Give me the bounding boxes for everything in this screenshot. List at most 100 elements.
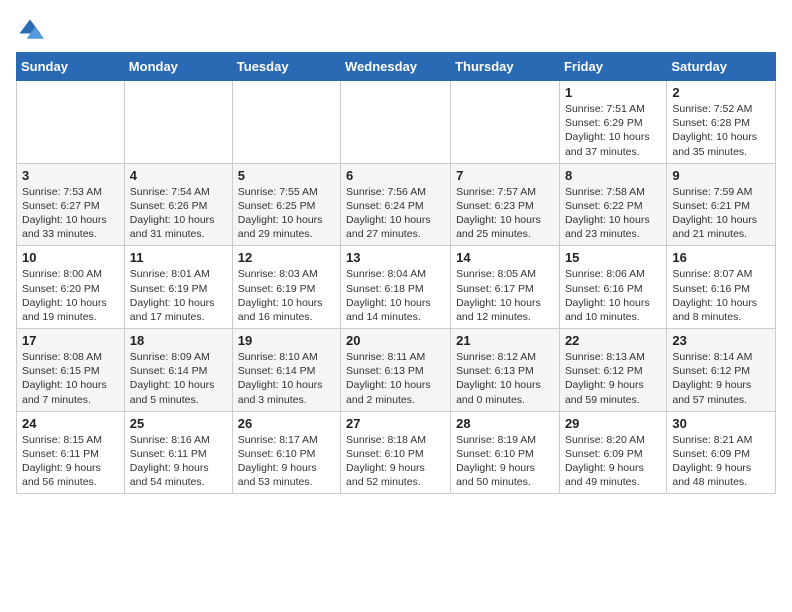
day-number: 18 bbox=[130, 333, 227, 348]
day-number: 3 bbox=[22, 168, 119, 183]
day-number: 12 bbox=[238, 250, 335, 265]
calendar-cell: 23Sunrise: 8:14 AM Sunset: 6:12 PM Dayli… bbox=[667, 329, 776, 412]
calendar-cell: 27Sunrise: 8:18 AM Sunset: 6:10 PM Dayli… bbox=[341, 411, 451, 494]
weekday-header: Saturday bbox=[667, 53, 776, 81]
logo-icon bbox=[16, 16, 44, 44]
day-info: Sunrise: 7:57 AM Sunset: 6:23 PM Dayligh… bbox=[456, 185, 554, 242]
calendar-week-row: 10 Sunrise: 8:00 AM Sunset: 6:20 PM Dayli… bbox=[17, 246, 776, 329]
day-info: Sunrise: 7:55 AM Sunset: 6:25 PM Dayligh… bbox=[238, 185, 335, 242]
day-info: Sunrise: 8:04 AM Sunset: 6:18 PM Dayligh… bbox=[346, 267, 445, 324]
day-info: Sunrise: 8:15 AM Sunset: 6:11 PM Dayligh… bbox=[22, 433, 119, 490]
calendar-cell: 18 Sunrise: 8:09 AM Sunset: 6:14 PM Dayli… bbox=[124, 329, 232, 412]
day-number: 6 bbox=[346, 168, 445, 183]
calendar-cell: 21 Sunrise: 8:12 AM Sunset: 6:13 PM Dayli… bbox=[451, 329, 560, 412]
calendar-body: 1Sunrise: 7:51 AM Sunset: 6:29 PM Daylig… bbox=[17, 81, 776, 494]
day-number: 8 bbox=[565, 168, 661, 183]
calendar-cell: 29 Sunrise: 8:20 AM Sunset: 6:09 PM Dayli… bbox=[559, 411, 666, 494]
calendar-cell: 26 Sunrise: 8:17 AM Sunset: 6:10 PM Dayli… bbox=[232, 411, 340, 494]
calendar-cell: 14 Sunrise: 8:05 AM Sunset: 6:17 PM Dayli… bbox=[451, 246, 560, 329]
day-number: 7 bbox=[456, 168, 554, 183]
calendar-cell: 3 Sunrise: 7:53 AM Sunset: 6:27 PM Daylig… bbox=[17, 163, 125, 246]
calendar-cell: 16 Sunrise: 8:07 AM Sunset: 6:16 PM Dayli… bbox=[667, 246, 776, 329]
day-number: 11 bbox=[130, 250, 227, 265]
day-info: Sunrise: 8:08 AM Sunset: 6:15 PM Dayligh… bbox=[22, 350, 119, 407]
calendar-cell bbox=[451, 81, 560, 164]
calendar-cell: 9 Sunrise: 7:59 AM Sunset: 6:21 PM Daylig… bbox=[667, 163, 776, 246]
day-info: Sunrise: 7:52 AM Sunset: 6:28 PM Dayligh… bbox=[672, 102, 770, 159]
weekday-header: Friday bbox=[559, 53, 666, 81]
calendar-cell: 20Sunrise: 8:11 AM Sunset: 6:13 PM Dayli… bbox=[341, 329, 451, 412]
day-info: Sunrise: 7:56 AM Sunset: 6:24 PM Dayligh… bbox=[346, 185, 445, 242]
calendar-cell bbox=[232, 81, 340, 164]
day-number: 21 bbox=[456, 333, 554, 348]
day-info: Sunrise: 8:00 AM Sunset: 6:20 PM Dayligh… bbox=[22, 267, 119, 324]
day-number: 10 bbox=[22, 250, 119, 265]
day-info: Sunrise: 7:58 AM Sunset: 6:22 PM Dayligh… bbox=[565, 185, 661, 242]
calendar-cell: 17Sunrise: 8:08 AM Sunset: 6:15 PM Dayli… bbox=[17, 329, 125, 412]
day-info: Sunrise: 8:17 AM Sunset: 6:10 PM Dayligh… bbox=[238, 433, 335, 490]
calendar-header: SundayMondayTuesdayWednesdayThursdayFrid… bbox=[17, 53, 776, 81]
calendar-cell: 15 Sunrise: 8:06 AM Sunset: 6:16 PM Dayli… bbox=[559, 246, 666, 329]
calendar-cell: 8 Sunrise: 7:58 AM Sunset: 6:22 PM Daylig… bbox=[559, 163, 666, 246]
calendar-cell: 2 Sunrise: 7:52 AM Sunset: 6:28 PM Daylig… bbox=[667, 81, 776, 164]
day-number: 25 bbox=[130, 416, 227, 431]
day-info: Sunrise: 7:53 AM Sunset: 6:27 PM Dayligh… bbox=[22, 185, 119, 242]
day-number: 29 bbox=[565, 416, 661, 431]
calendar-week-row: 1Sunrise: 7:51 AM Sunset: 6:29 PM Daylig… bbox=[17, 81, 776, 164]
day-number: 13 bbox=[346, 250, 445, 265]
calendar-cell: 5 Sunrise: 7:55 AM Sunset: 6:25 PM Daylig… bbox=[232, 163, 340, 246]
weekday-header: Tuesday bbox=[232, 53, 340, 81]
day-number: 16 bbox=[672, 250, 770, 265]
logo bbox=[16, 16, 48, 44]
day-number: 26 bbox=[238, 416, 335, 431]
day-info: Sunrise: 8:16 AM Sunset: 6:11 PM Dayligh… bbox=[130, 433, 227, 490]
day-info: Sunrise: 8:01 AM Sunset: 6:19 PM Dayligh… bbox=[130, 267, 227, 324]
calendar-table: SundayMondayTuesdayWednesdayThursdayFrid… bbox=[16, 52, 776, 494]
day-info: Sunrise: 8:21 AM Sunset: 6:09 PM Dayligh… bbox=[672, 433, 770, 490]
day-number: 9 bbox=[672, 168, 770, 183]
day-number: 28 bbox=[456, 416, 554, 431]
day-number: 5 bbox=[238, 168, 335, 183]
calendar-week-row: 24Sunrise: 8:15 AM Sunset: 6:11 PM Dayli… bbox=[17, 411, 776, 494]
day-number: 14 bbox=[456, 250, 554, 265]
day-info: Sunrise: 8:20 AM Sunset: 6:09 PM Dayligh… bbox=[565, 433, 661, 490]
weekday-header: Wednesday bbox=[341, 53, 451, 81]
day-number: 19 bbox=[238, 333, 335, 348]
calendar-cell: 10 Sunrise: 8:00 AM Sunset: 6:20 PM Dayli… bbox=[17, 246, 125, 329]
page-header bbox=[16, 16, 776, 44]
day-number: 2 bbox=[672, 85, 770, 100]
calendar-cell: 11 Sunrise: 8:01 AM Sunset: 6:19 PM Dayli… bbox=[124, 246, 232, 329]
day-number: 22 bbox=[565, 333, 661, 348]
calendar-week-row: 3 Sunrise: 7:53 AM Sunset: 6:27 PM Daylig… bbox=[17, 163, 776, 246]
calendar-cell: 22 Sunrise: 8:13 AM Sunset: 6:12 PM Dayli… bbox=[559, 329, 666, 412]
day-info: Sunrise: 8:19 AM Sunset: 6:10 PM Dayligh… bbox=[456, 433, 554, 490]
day-info: Sunrise: 8:07 AM Sunset: 6:16 PM Dayligh… bbox=[672, 267, 770, 324]
day-info: Sunrise: 8:05 AM Sunset: 6:17 PM Dayligh… bbox=[456, 267, 554, 324]
calendar-cell: 30Sunrise: 8:21 AM Sunset: 6:09 PM Dayli… bbox=[667, 411, 776, 494]
day-number: 1 bbox=[565, 85, 661, 100]
calendar-week-row: 17Sunrise: 8:08 AM Sunset: 6:15 PM Dayli… bbox=[17, 329, 776, 412]
calendar-cell: 19 Sunrise: 8:10 AM Sunset: 6:14 PM Dayli… bbox=[232, 329, 340, 412]
day-number: 23 bbox=[672, 333, 770, 348]
day-number: 27 bbox=[346, 416, 445, 431]
day-info: Sunrise: 8:03 AM Sunset: 6:19 PM Dayligh… bbox=[238, 267, 335, 324]
calendar-cell: 13 Sunrise: 8:04 AM Sunset: 6:18 PM Dayli… bbox=[341, 246, 451, 329]
calendar-cell: 7 Sunrise: 7:57 AM Sunset: 6:23 PM Daylig… bbox=[451, 163, 560, 246]
calendar-cell: 12 Sunrise: 8:03 AM Sunset: 6:19 PM Dayli… bbox=[232, 246, 340, 329]
day-info: Sunrise: 8:06 AM Sunset: 6:16 PM Dayligh… bbox=[565, 267, 661, 324]
day-info: Sunrise: 7:59 AM Sunset: 6:21 PM Dayligh… bbox=[672, 185, 770, 242]
weekday-header: Monday bbox=[124, 53, 232, 81]
day-info: Sunrise: 8:13 AM Sunset: 6:12 PM Dayligh… bbox=[565, 350, 661, 407]
day-info: Sunrise: 8:12 AM Sunset: 6:13 PM Dayligh… bbox=[456, 350, 554, 407]
calendar-cell: 28 Sunrise: 8:19 AM Sunset: 6:10 PM Dayli… bbox=[451, 411, 560, 494]
calendar-cell: 1Sunrise: 7:51 AM Sunset: 6:29 PM Daylig… bbox=[559, 81, 666, 164]
weekday-header: Thursday bbox=[451, 53, 560, 81]
calendar-cell: 25 Sunrise: 8:16 AM Sunset: 6:11 PM Dayli… bbox=[124, 411, 232, 494]
calendar-cell bbox=[124, 81, 232, 164]
day-info: Sunrise: 8:10 AM Sunset: 6:14 PM Dayligh… bbox=[238, 350, 335, 407]
day-number: 15 bbox=[565, 250, 661, 265]
calendar-cell bbox=[17, 81, 125, 164]
day-number: 4 bbox=[130, 168, 227, 183]
day-info: Sunrise: 8:09 AM Sunset: 6:14 PM Dayligh… bbox=[130, 350, 227, 407]
day-info: Sunrise: 7:54 AM Sunset: 6:26 PM Dayligh… bbox=[130, 185, 227, 242]
